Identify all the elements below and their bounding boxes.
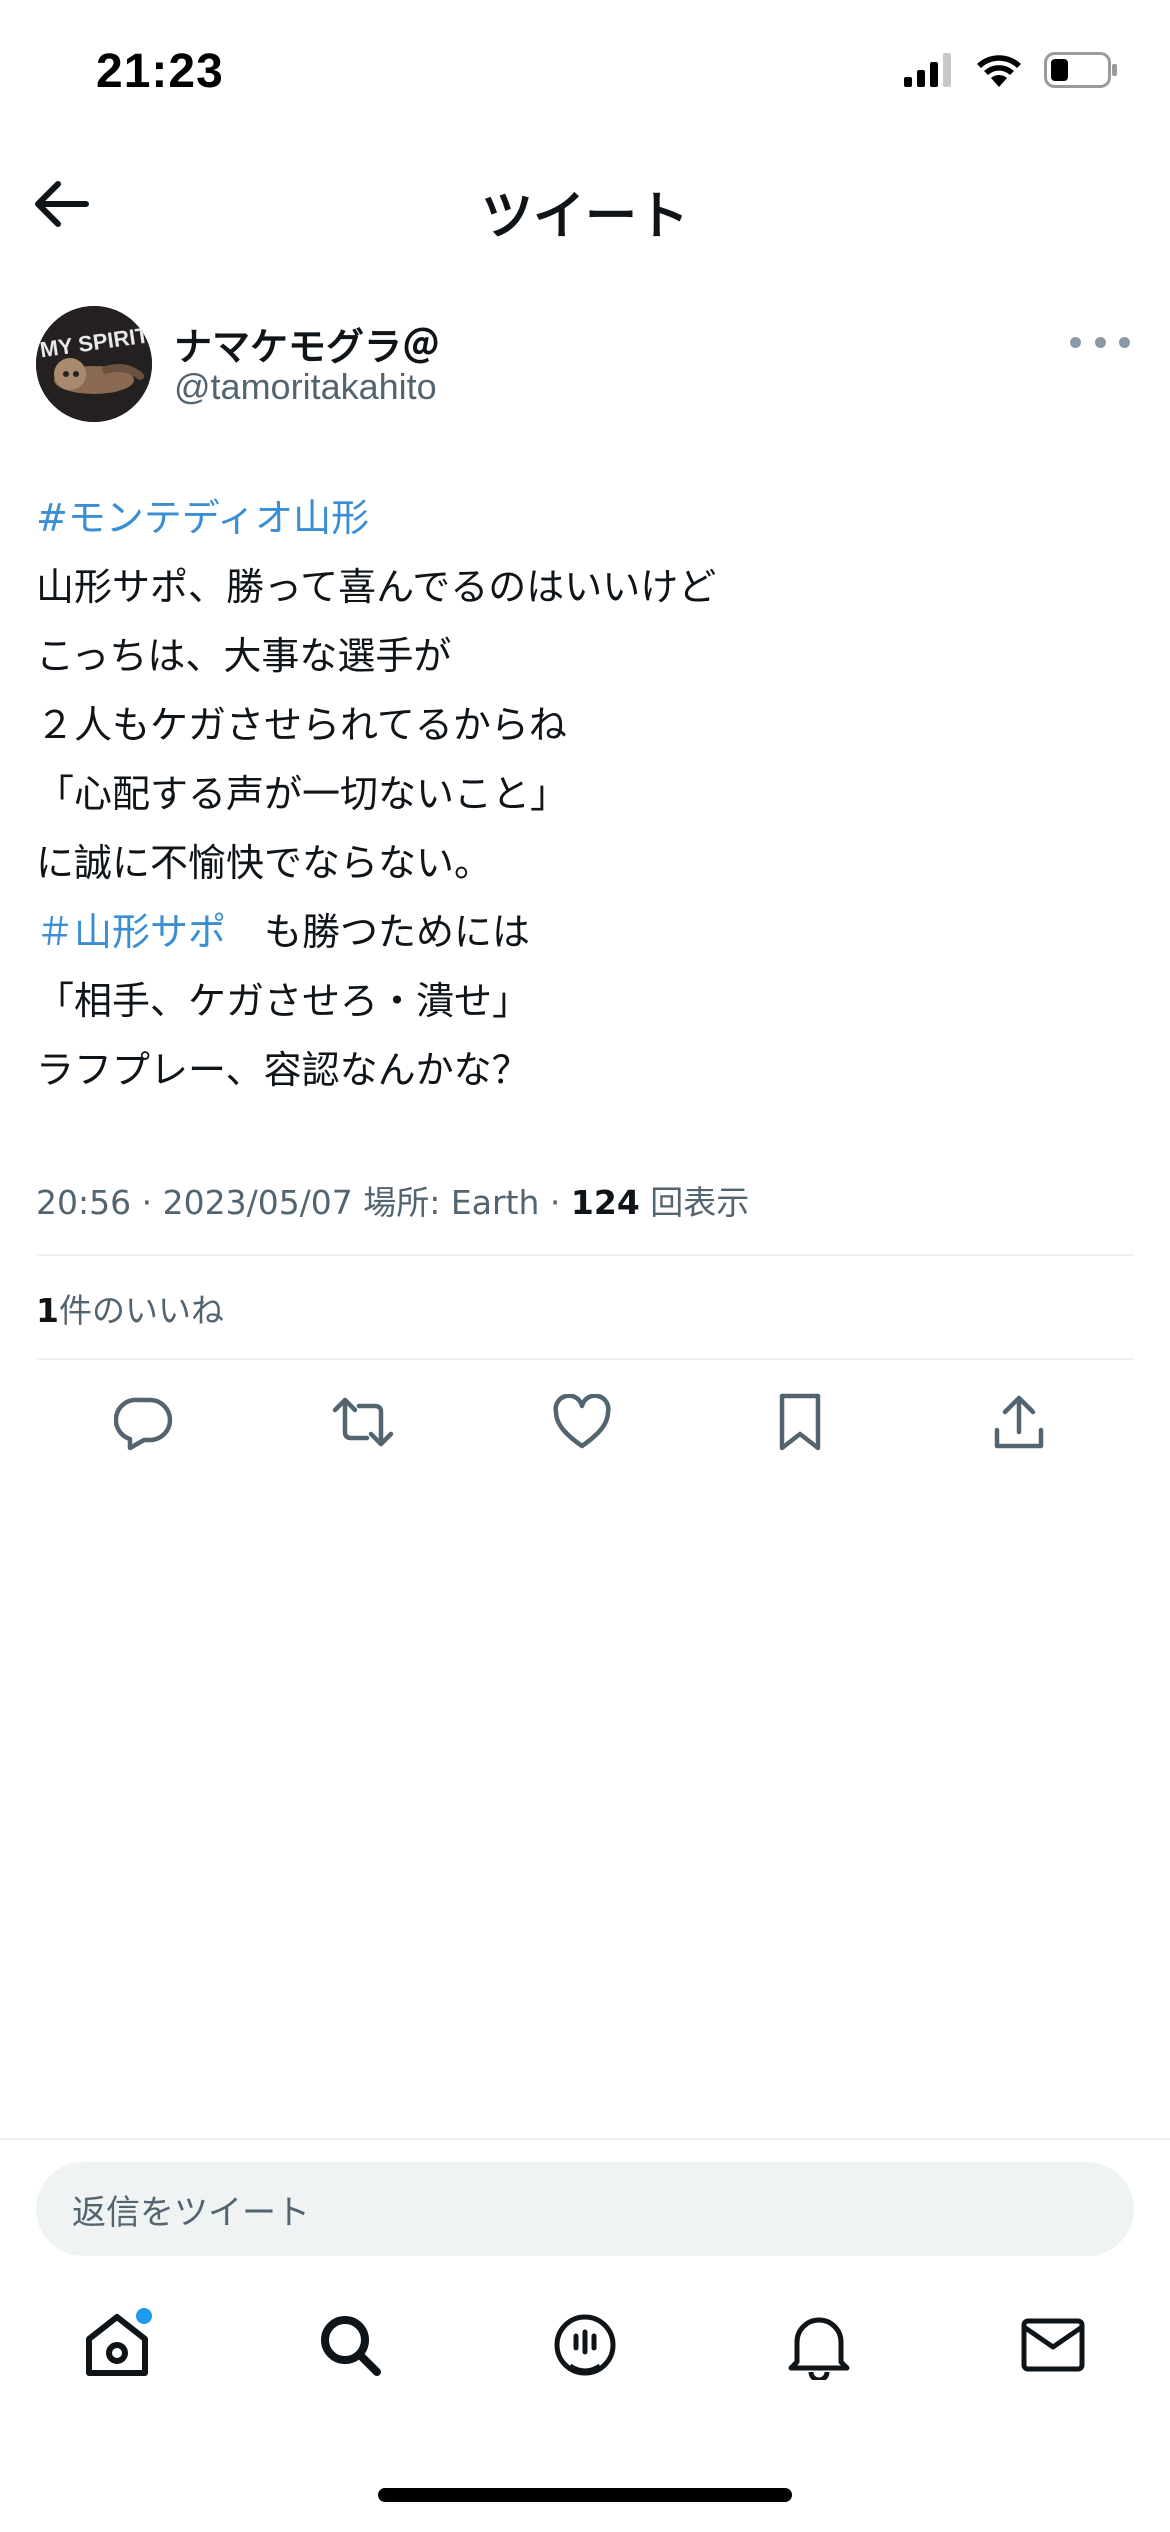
tweet-text-line: ＃山形サポ も勝つためには [36, 898, 1136, 967]
tweet-text: #モンテディオ山形山形サポ、勝って喜んでるのはいいけど こっちは、大事な選手が ２人… [36, 484, 1136, 1105]
tweet-text-segment: 「相手、ケガさせろ・潰せ」 [36, 979, 531, 1023]
battery-icon [1044, 52, 1118, 92]
hashtag-link[interactable]: ＃山形サポ [36, 910, 226, 954]
author-handle[interactable]: @tamoritakahito [174, 366, 437, 408]
more-options-button[interactable] [1070, 322, 1130, 362]
bell-icon [787, 2310, 851, 2384]
spaces-icon [550, 2310, 620, 2384]
tweet-text-segment: 山形サポ、勝って喜んでるのはいいけど [36, 565, 717, 609]
more-dot-icon [1094, 336, 1106, 348]
more-dot-icon [1070, 336, 1081, 348]
tweet-text-line: に誠に不愉快でならない。 [36, 829, 1136, 898]
tweet-text-line: 「相手、ケガさせろ・潰せ」 [36, 967, 1136, 1036]
tab-home[interactable] [72, 2302, 162, 2392]
heart-icon [552, 1393, 612, 1454]
tab-bar [0, 2302, 1170, 2412]
reply-icon [113, 1392, 174, 1456]
tab-search[interactable] [305, 2302, 395, 2392]
bookmark-button[interactable] [758, 1382, 842, 1466]
tweet-meta: 20:56 · 2023/05/07 場所: Earth · 124 回表示 [36, 1183, 750, 1222]
views-count: 124 [570, 1183, 640, 1222]
tweet-text-segment: 「心配する声が一切ないこと」 [36, 772, 569, 816]
home-badge-dot [136, 2308, 152, 2324]
retweet-button[interactable] [321, 1382, 405, 1466]
tweet-text-segment: ２人もケガさせられてるからね [36, 703, 567, 747]
status-time: 21:23 [96, 45, 224, 98]
share-icon [991, 1392, 1047, 1456]
tweet-location: 場所: Earth [363, 1183, 540, 1222]
status-icons [904, 52, 1118, 92]
tab-notifications[interactable] [774, 2302, 864, 2392]
tweet-date[interactable]: 2023/05/07 [163, 1183, 353, 1222]
reply-placeholder: 返信をツイート [72, 2192, 310, 2233]
tweet-text-segment: こっちは、大事な選手が [36, 634, 452, 678]
mail-icon [1020, 2317, 1086, 2377]
home-indicator[interactable] [378, 2488, 792, 2502]
more-dot-icon [1119, 336, 1130, 348]
wifi-icon [976, 53, 1022, 91]
divider [36, 1254, 1134, 1256]
bookmark-icon [776, 1392, 824, 1456]
nav-header: ツイート [0, 150, 1170, 262]
tweet-text-line: ラフプレー、容認なんかな？ [36, 1036, 1136, 1105]
tweet-text-segment: も勝つためには [226, 910, 531, 954]
tab-spaces[interactable] [540, 2302, 630, 2392]
reply-input[interactable]: 返信をツイート [36, 2162, 1134, 2256]
status-bar: 21:23 [0, 0, 1170, 140]
avatar[interactable]: MY SPIRIT [36, 306, 152, 422]
tweet-text-line: #モンテディオ山形 [36, 484, 1136, 553]
tab-messages[interactable] [1008, 2302, 1098, 2392]
tweet-text-segment: に誠に不愉快でならない。 [36, 841, 493, 885]
likes-label: 件のいいね [58, 1291, 224, 1330]
divider [36, 1358, 1134, 1360]
tweet-text-line: こっちは、大事な選手が [36, 622, 1136, 691]
tweet-actions [0, 1382, 1170, 1466]
views-label: 回表示 [650, 1183, 750, 1222]
author-display-name[interactable]: ナマケモグラ＠ [174, 316, 440, 371]
divider [0, 2138, 1170, 2140]
search-icon [315, 2310, 385, 2384]
signal-icon [904, 53, 954, 91]
page-title: ツイート [480, 187, 689, 247]
likes-summary[interactable]: 1件のいいね [36, 1284, 224, 1332]
tweet-text-line: ２人もケガさせられてるからね [36, 691, 1136, 760]
likes-count: 1 [36, 1291, 59, 1330]
tweet-text-line: 山形サポ、勝って喜んでるのはいいけど [36, 553, 1136, 622]
retweet-icon [331, 1392, 395, 1456]
tweet-time[interactable]: 20:56 [36, 1183, 131, 1222]
hashtag-link[interactable]: #モンテディオ山形 [36, 496, 369, 540]
share-button[interactable] [977, 1382, 1061, 1466]
tweet-text-line: 「心配する声が一切ないこと」 [36, 760, 1136, 829]
tweet-text-segment: ラフプレー、容認なんかな？ [36, 1048, 530, 1092]
like-button[interactable] [540, 1382, 624, 1466]
reply-button[interactable] [102, 1382, 186, 1466]
